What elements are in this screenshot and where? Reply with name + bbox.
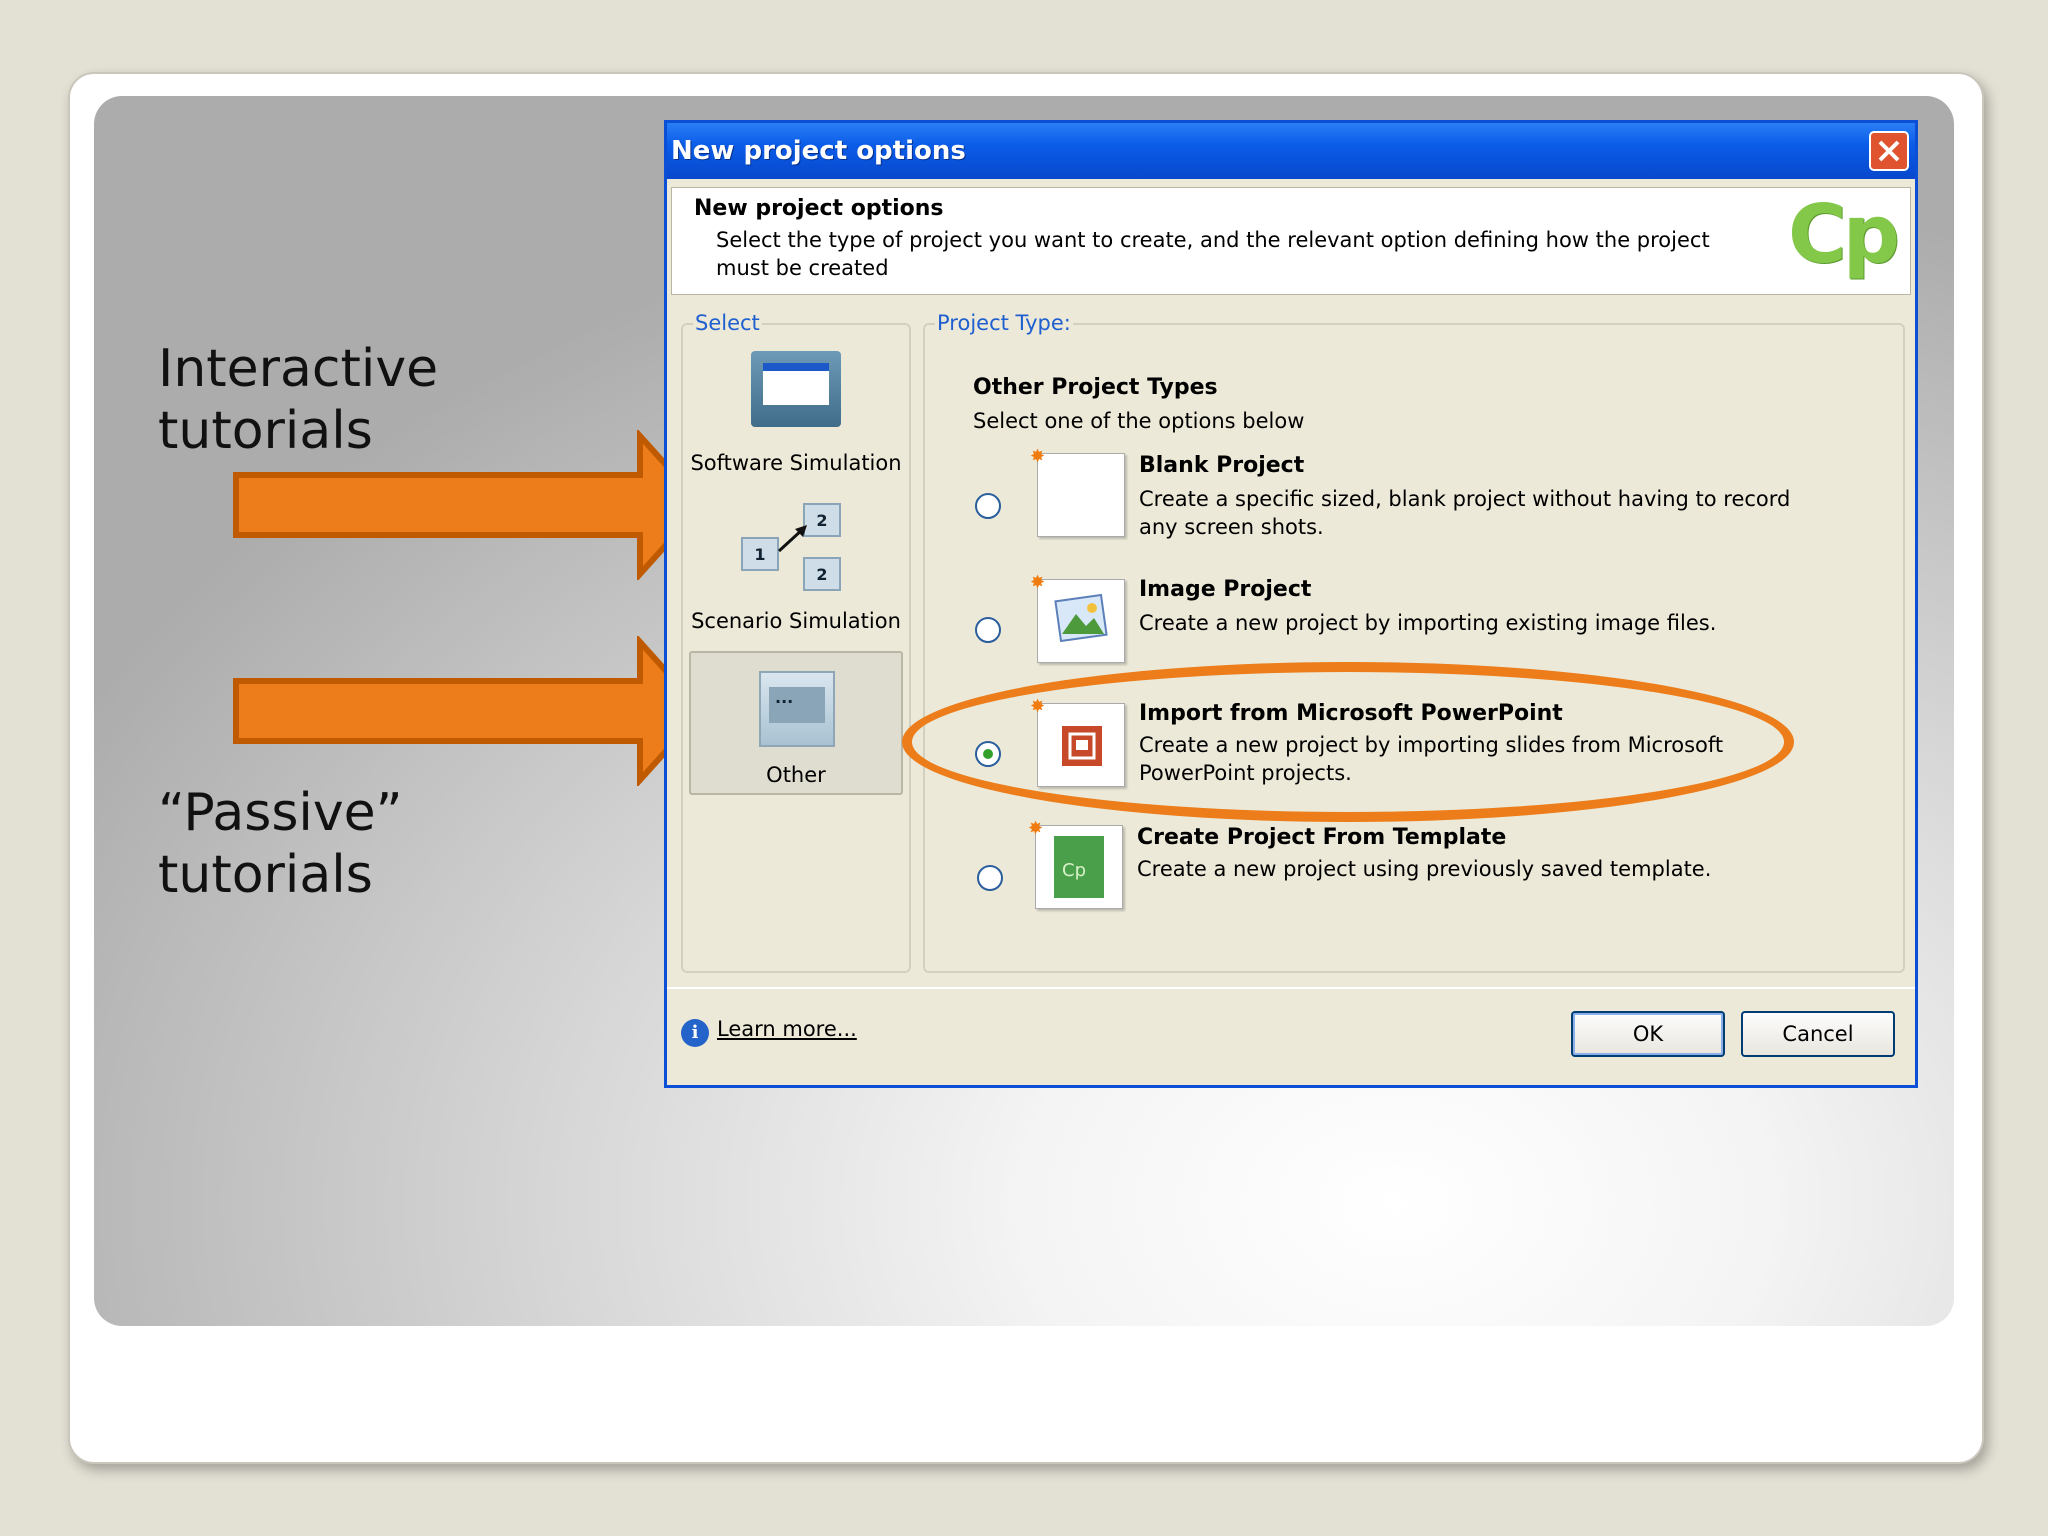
select-group: Select Software Simulation 2 1 2 Scenari…	[681, 311, 911, 973]
template-project-thumbnail: ✸ Cp	[1028, 818, 1123, 909]
learn-more-link[interactable]: Learn more...	[717, 1017, 857, 1041]
image-project-title: Image Project	[1139, 577, 1312, 602]
project-type-legend: Project Type:	[935, 311, 1073, 335]
blank-project-thumbnail: ✸	[1030, 446, 1125, 537]
other-project-types-subheading: Select one of the options below	[973, 409, 1305, 433]
project-type-group: Project Type: Other Project Types Select…	[923, 311, 1905, 973]
blank-project-desc: Create a specific sized, blank project w…	[1139, 487, 1791, 539]
header-title: New project options	[694, 196, 944, 221]
blank-project-radio[interactable]	[975, 493, 1001, 519]
other-project-types-heading: Other Project Types	[973, 375, 1218, 400]
template-project-radio[interactable]	[977, 865, 1003, 891]
template-icon: Cp	[1054, 836, 1104, 898]
select-scenario-simulation[interactable]: 2 1 2 Scenario Simulation	[689, 501, 903, 641]
other-icon: ...	[759, 671, 835, 747]
footer-divider	[667, 987, 1915, 989]
template-project-title: Create Project From Template	[1137, 825, 1507, 850]
image-project-thumbnail: ✸	[1030, 572, 1125, 663]
new-star-icon: ✸	[1028, 818, 1044, 839]
ok-button[interactable]: OK	[1571, 1011, 1725, 1057]
dialog-title: New project options	[667, 123, 1915, 179]
new-star-icon: ✸	[1030, 446, 1046, 467]
scenario-simulation-label: Scenario Simulation	[691, 609, 901, 633]
software-simulation-label: Software Simulation	[690, 451, 902, 475]
captivate-logo: Cp	[1788, 188, 1900, 281]
blank-project-title: Blank Project	[1139, 453, 1305, 478]
template-project-desc: Create a new project using previously sa…	[1137, 857, 1712, 881]
passive-tutorials-label: “Passive” tutorials	[158, 783, 403, 905]
image-icon	[1054, 593, 1108, 643]
svg-text:Cp: Cp	[1062, 860, 1086, 881]
dialog-header: New project options Select the type of p…	[671, 187, 1911, 295]
image-project-desc: Create a new project by importing existi…	[1139, 611, 1717, 635]
other-label: Other	[766, 763, 826, 787]
close-icon	[1878, 140, 1900, 162]
header-description: Select the type of project you want to c…	[716, 228, 1710, 280]
select-group-legend: Select	[693, 311, 762, 335]
new-project-dialog: New project options New project options …	[664, 120, 1918, 1088]
close-button[interactable]	[1869, 131, 1909, 171]
select-other[interactable]: ... Other	[689, 651, 903, 795]
image-project-radio[interactable]	[975, 617, 1001, 643]
highlight-ellipse	[902, 662, 1794, 822]
select-software-simulation[interactable]: Software Simulation	[689, 351, 903, 481]
cancel-button[interactable]: Cancel	[1741, 1011, 1895, 1057]
info-icon: i	[681, 1019, 709, 1047]
arrow-passive	[233, 636, 707, 786]
scenario-icon: 2 1 2	[741, 501, 851, 601]
new-star-icon: ✸	[1030, 572, 1046, 593]
monitor-icon	[751, 351, 841, 427]
arrow-interactive	[233, 430, 707, 580]
